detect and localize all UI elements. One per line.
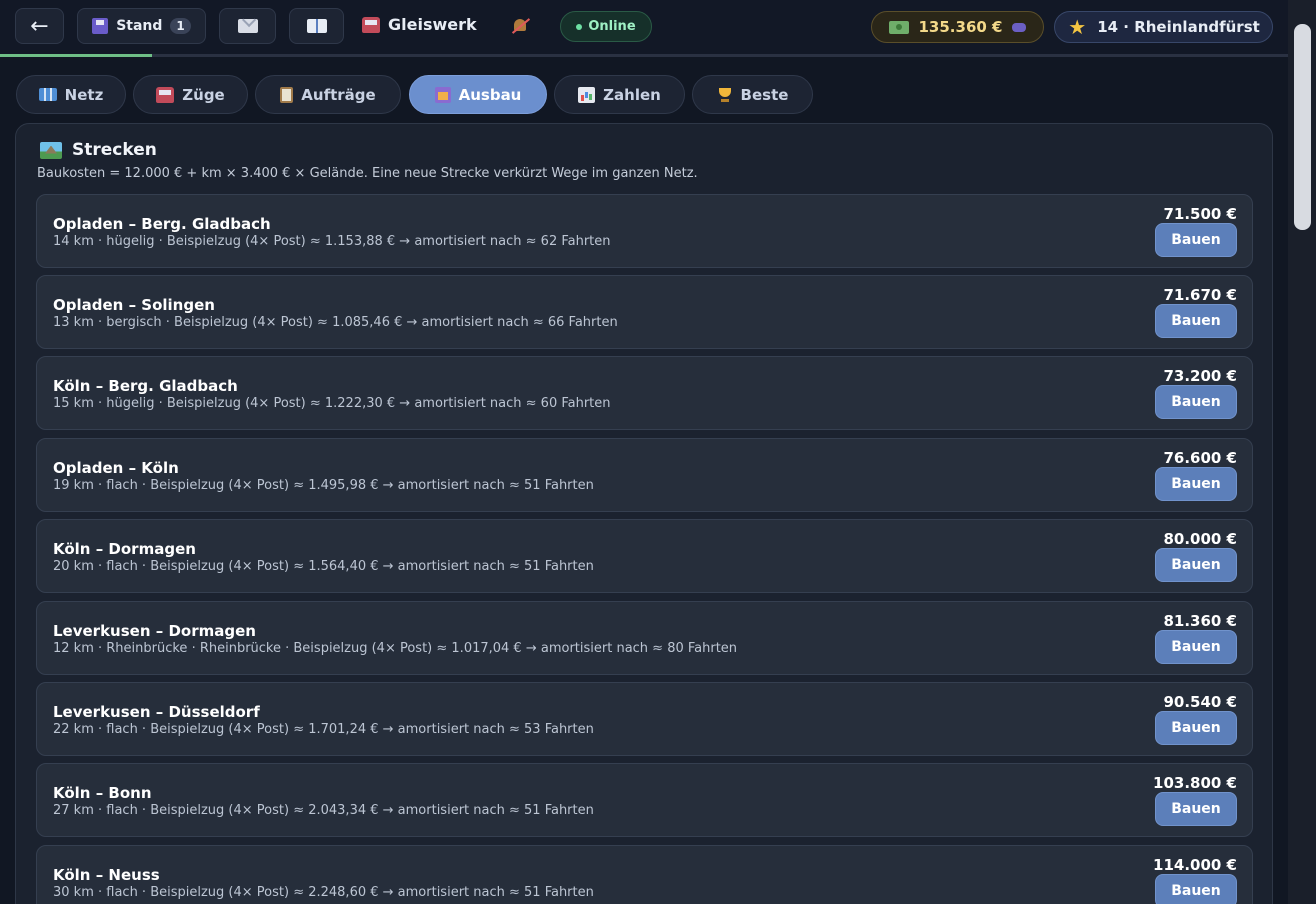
level-text: 14 · Rheinlandfürst bbox=[1097, 18, 1260, 36]
build-button[interactable]: Bauen bbox=[1155, 711, 1237, 745]
page-scrollbar-thumb[interactable] bbox=[1294, 24, 1311, 230]
map-icon bbox=[38, 88, 57, 101]
panel-title-text: Strecken bbox=[72, 140, 157, 160]
build-button[interactable]: Bauen bbox=[1155, 630, 1237, 664]
route-card: Opladen – Solingen 13 km · bergisch · Be… bbox=[36, 275, 1253, 349]
locomotive-icon bbox=[362, 16, 380, 33]
route-card: Opladen – Köln 19 km · flach · Beispielz… bbox=[36, 438, 1253, 512]
build-button[interactable]: Bauen bbox=[1155, 467, 1237, 501]
tab-label: Ausbau bbox=[458, 85, 522, 104]
route-price: 76.600 € bbox=[1163, 449, 1237, 467]
route-price: 71.500 € bbox=[1163, 205, 1237, 223]
tab-label: Aufträge bbox=[301, 85, 376, 104]
route-info: 22 km · flach · Beispielzug (4× Post) ≈ … bbox=[53, 722, 594, 737]
back-button[interactable]: ← bbox=[15, 8, 64, 44]
tab-label: Züge bbox=[182, 85, 225, 104]
tab-zahlen[interactable]: Zahlen bbox=[554, 75, 685, 114]
tab-zuege[interactable]: Züge bbox=[133, 75, 248, 114]
envelope-icon bbox=[237, 19, 258, 33]
save-state-button[interactable]: Stand 1 bbox=[77, 8, 206, 44]
level-progress-fill bbox=[0, 54, 152, 57]
tab-label: Netz bbox=[64, 85, 104, 104]
route-name: Leverkusen – Düsseldorf bbox=[53, 703, 260, 721]
route-card: Köln – Berg. Gladbach 15 km · hügelig · … bbox=[36, 356, 1253, 430]
route-name: Köln – Neuss bbox=[53, 866, 160, 884]
build-button[interactable]: Bauen bbox=[1155, 385, 1237, 419]
route-name: Köln – Bonn bbox=[53, 784, 152, 802]
route-info: 20 km · flach · Beispielzug (4× Post) ≈ … bbox=[53, 559, 594, 574]
cost-formula-text: Baukosten = 12.000 € + km × 3.400 € × Ge… bbox=[37, 166, 698, 181]
tab-netz[interactable]: Netz bbox=[16, 75, 126, 114]
route-info: 19 km · flach · Beispielzug (4× Post) ≈ … bbox=[53, 478, 594, 493]
route-card: Leverkusen – Düsseldorf 22 km · flach · … bbox=[36, 682, 1253, 756]
route-info: 13 km · bergisch · Beispielzug (4× Post)… bbox=[53, 315, 618, 330]
landscape-icon bbox=[40, 141, 62, 159]
top-bar: ← Stand 1 Gleiswerk Online 135.360 € ★ 1… bbox=[0, 0, 1288, 54]
app-title: Gleiswerk bbox=[362, 15, 477, 34]
route-name: Köln – Dormagen bbox=[53, 540, 196, 558]
muted-bell-icon bbox=[511, 17, 529, 35]
save-state-label: Stand bbox=[116, 18, 163, 34]
route-card: Köln – Dormagen 20 km · flach · Beispiel… bbox=[36, 519, 1253, 593]
floppy-disk-icon bbox=[92, 18, 109, 34]
trophy-icon bbox=[717, 87, 733, 103]
route-card: Opladen – Berg. Gladbach 14 km · hügelig… bbox=[36, 194, 1253, 268]
level-progress-bar bbox=[0, 54, 1288, 57]
gamepad-icon bbox=[1012, 22, 1027, 32]
route-price: 114.000 € bbox=[1153, 856, 1237, 874]
route-info: 27 km · flach · Beispielzug (4× Post) ≈ … bbox=[53, 803, 594, 818]
route-price: 90.540 € bbox=[1163, 693, 1237, 711]
build-button[interactable]: Bauen bbox=[1155, 223, 1237, 257]
routes-panel: Strecken Baukosten = 12.000 € + km × 3.4… bbox=[15, 123, 1273, 904]
route-name: Köln – Berg. Gladbach bbox=[53, 377, 238, 395]
route-price: 71.670 € bbox=[1163, 286, 1237, 304]
route-name: Leverkusen – Dormagen bbox=[53, 622, 256, 640]
online-status-text: Online bbox=[588, 19, 636, 34]
money-icon bbox=[888, 20, 909, 34]
route-info: 14 km · hügelig · Beispielzug (4× Post) … bbox=[53, 234, 611, 249]
app-title-text: Gleiswerk bbox=[388, 15, 477, 34]
back-arrow-icon: ← bbox=[30, 13, 49, 39]
route-info: 12 km · Rheinbrücke · Rheinbrücke · Beis… bbox=[53, 641, 738, 656]
money-display: 135.360 € bbox=[871, 11, 1044, 43]
tab-label: Beste bbox=[740, 85, 789, 104]
route-card: Köln – Bonn 27 km · flach · Beispielzug … bbox=[36, 763, 1253, 837]
status-dot-icon bbox=[576, 23, 583, 30]
route-price: 103.800 € bbox=[1153, 774, 1237, 792]
level-display: ★ 14 · Rheinlandfürst bbox=[1054, 11, 1273, 43]
tab-ausbau[interactable]: Ausbau bbox=[409, 75, 547, 114]
guide-button[interactable] bbox=[289, 8, 344, 44]
panel-title: Strecken bbox=[40, 140, 157, 160]
route-card: Leverkusen – Dormagen 12 km · Rheinbrück… bbox=[36, 601, 1253, 675]
route-name: Opladen – Solingen bbox=[53, 296, 215, 314]
money-amount: 135.360 € bbox=[918, 18, 1003, 36]
build-button[interactable]: Bauen bbox=[1155, 548, 1237, 582]
build-button[interactable]: Bauen bbox=[1155, 792, 1237, 826]
route-card: Köln – Neuss 30 km · flach · Beispielzug… bbox=[36, 845, 1253, 904]
route-name: Opladen – Berg. Gladbach bbox=[53, 215, 271, 233]
train-icon bbox=[156, 86, 175, 103]
tab-auftraege[interactable]: Aufträge bbox=[255, 75, 401, 114]
construction-icon bbox=[434, 86, 451, 103]
tab-beste[interactable]: Beste bbox=[692, 75, 813, 114]
route-price: 73.200 € bbox=[1163, 367, 1237, 385]
book-icon bbox=[306, 19, 327, 33]
route-price: 80.000 € bbox=[1163, 530, 1237, 548]
route-price: 81.360 € bbox=[1163, 612, 1237, 630]
route-info: 15 km · hügelig · Beispielzug (4× Post) … bbox=[53, 396, 611, 411]
route-info: 30 km · flach · Beispielzug (4× Post) ≈ … bbox=[53, 885, 594, 900]
build-button[interactable]: Bauen bbox=[1155, 874, 1237, 904]
tab-label: Zahlen bbox=[603, 85, 661, 104]
online-status-badge: Online bbox=[560, 11, 652, 42]
mute-notifications-button[interactable] bbox=[511, 15, 529, 35]
build-button[interactable]: Bauen bbox=[1155, 304, 1237, 338]
save-state-count: 1 bbox=[170, 18, 191, 34]
chart-icon bbox=[578, 86, 596, 103]
mail-button[interactable] bbox=[219, 8, 276, 44]
star-icon: ★ bbox=[1068, 15, 1087, 39]
clipboard-icon bbox=[280, 86, 294, 103]
route-name: Opladen – Köln bbox=[53, 459, 179, 477]
